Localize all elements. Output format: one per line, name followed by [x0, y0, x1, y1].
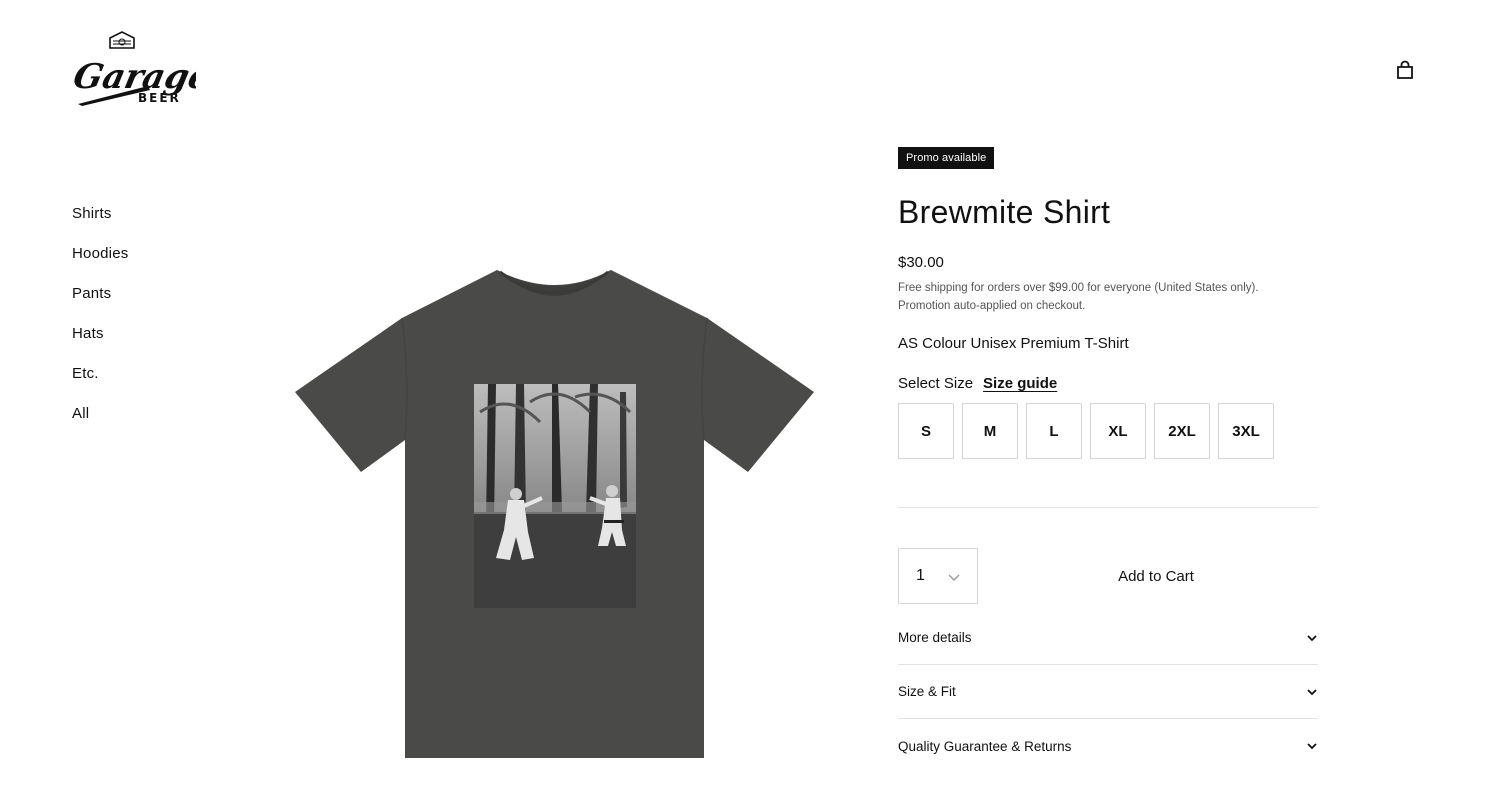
- size-option-l[interactable]: L: [1026, 403, 1082, 459]
- nav-item-hats[interactable]: Hats: [72, 324, 232, 364]
- category-nav: Shirts Hoodies Pants Hats Etc. All: [72, 204, 232, 444]
- accordion-size-fit[interactable]: Size & Fit: [898, 665, 1318, 719]
- accordion-quality-returns[interactable]: Quality Guarantee & Returns: [898, 719, 1318, 773]
- size-guide-link[interactable]: Size guide: [983, 375, 1057, 392]
- add-to-cart-button[interactable]: Add to Cart: [994, 548, 1318, 604]
- chevron-down-icon: [1307, 743, 1317, 750]
- nav-item-all[interactable]: All: [72, 404, 232, 444]
- accordion-label: Quality Guarantee & Returns: [898, 738, 1072, 754]
- quantity-value: 1: [916, 567, 925, 584]
- cart-button[interactable]: [1394, 58, 1416, 82]
- size-option-2xl[interactable]: 2XL: [1154, 403, 1210, 459]
- product-image[interactable]: [290, 262, 820, 762]
- accordion-label: More details: [898, 630, 972, 645]
- accordion-label: Size & Fit: [898, 684, 956, 699]
- product-variant-name: AS Colour Unisex Premium T-Shirt: [898, 335, 1129, 352]
- shopping-bag-icon: [1397, 60, 1413, 79]
- size-option-3xl[interactable]: 3XL: [1218, 403, 1274, 459]
- size-options: S M L XL 2XL 3XL: [898, 403, 1274, 459]
- shipping-line-1: Free shipping for orders over $99.00 for…: [898, 282, 1259, 294]
- logo-mark: Garage BEER: [72, 31, 196, 106]
- size-option-m[interactable]: M: [962, 403, 1018, 459]
- chevron-down-icon: [948, 574, 960, 581]
- accordion-more-details[interactable]: More details: [898, 611, 1318, 665]
- product-info: Promo available Brewmite Shirt $30.00 Fr…: [898, 147, 1318, 754]
- promo-badge: Promo available: [898, 147, 995, 169]
- size-option-s[interactable]: S: [898, 403, 954, 459]
- nav-item-etc[interactable]: Etc.: [72, 364, 232, 404]
- quantity-select[interactable]: 1: [898, 548, 978, 604]
- size-selector-header: Select Size Size guide: [898, 375, 1057, 392]
- divider: [898, 507, 1318, 508]
- nav-item-hoodies[interactable]: Hoodies: [72, 244, 232, 284]
- nav-item-shirts[interactable]: Shirts: [72, 204, 232, 244]
- product-title: Brewmite Shirt: [898, 194, 1111, 230]
- select-size-label: Select Size: [898, 375, 974, 392]
- garage-beer-logo[interactable]: Garage BEER: [72, 30, 196, 110]
- nav-item-pants[interactable]: Pants: [72, 284, 232, 324]
- product-price: $30.00: [898, 254, 944, 271]
- chevron-down-icon: [1307, 688, 1317, 695]
- shipping-line-2: Promotion auto-applied on checkout.: [898, 300, 1086, 312]
- size-option-xl[interactable]: XL: [1090, 403, 1146, 459]
- logo-sub: BEER: [138, 91, 181, 105]
- product-accordion: More details Size & Fit Quality Guarante…: [898, 611, 1318, 773]
- shipping-notice: Free shipping for orders over $99.00 for…: [898, 279, 1318, 315]
- t-shirt-image: [295, 270, 814, 758]
- chevron-down-icon: [1307, 634, 1317, 641]
